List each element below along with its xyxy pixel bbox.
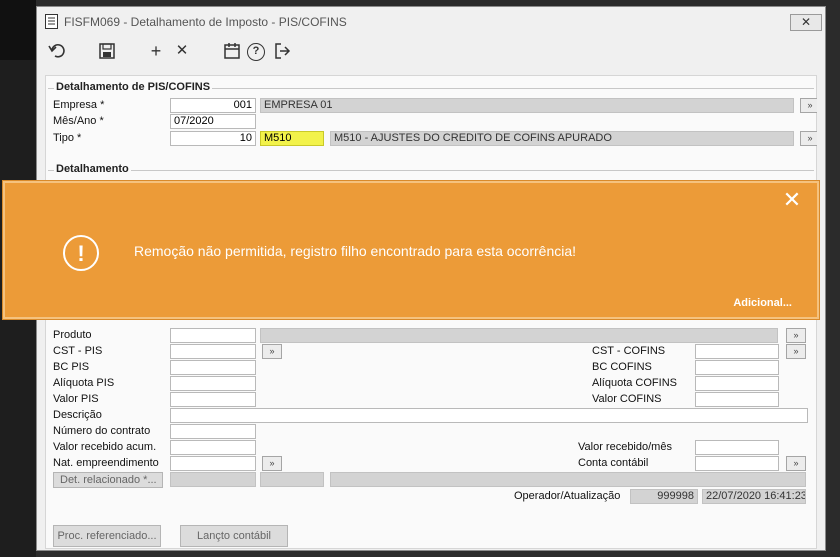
produto-lookup-button[interactable]: »: [786, 328, 806, 343]
valor-pis-label: Valor PIS: [53, 393, 99, 405]
aliquota-pis-label: Alíquota PIS: [53, 377, 115, 389]
help-icon[interactable]: ?: [247, 43, 265, 61]
empresa-label: Empresa *: [53, 99, 105, 111]
valor-pis-field[interactable]: [170, 392, 256, 407]
operador-field: 999998: [630, 489, 698, 504]
descricao-field[interactable]: [170, 408, 808, 423]
lancto-contabil-button[interactable]: Lançto contábil: [180, 525, 288, 547]
desktop-strip: [0, 0, 36, 60]
undo-icon[interactable]: [47, 41, 67, 61]
exit-icon[interactable]: [272, 41, 292, 61]
numero-contrato-field[interactable]: [170, 424, 256, 439]
operador-atualizacao-label: Operador/Atualização: [514, 490, 621, 502]
toolbar: + ✕ ?: [37, 37, 825, 65]
aliquota-cofins-label: Alíquota COFINS: [592, 377, 677, 389]
window-title: FISFM069 - Detalhamento de Imposto - PIS…: [64, 15, 347, 29]
proc-referenciado-button[interactable]: Proc. referenciado...: [53, 525, 161, 547]
tipo-number-field[interactable]: 10: [170, 131, 256, 146]
notification-details-link[interactable]: Adicional...: [733, 297, 792, 309]
bc-pis-field[interactable]: [170, 360, 256, 375]
valor-recebido-acum-label: Valor recebido acum.: [53, 441, 157, 453]
descricao-label: Descrição: [53, 409, 102, 421]
tipo-code-field[interactable]: M510: [260, 131, 324, 146]
produto-code-field[interactable]: [170, 328, 256, 343]
det-relacionado-field-3: [330, 472, 806, 487]
det-relacionado-field-2: [260, 472, 324, 487]
mes-ano-field[interactable]: 07/2020: [170, 114, 256, 129]
valor-recebido-acum-field[interactable]: [170, 440, 256, 455]
conta-contabil-label: Conta contábil: [578, 457, 649, 469]
numero-contrato-label: Número do contrato: [53, 425, 151, 437]
conta-contabil-field[interactable]: [695, 456, 779, 471]
valor-recebido-mes-field[interactable]: [695, 440, 779, 455]
cst-cofins-field[interactable]: [695, 344, 779, 359]
notification-close-icon[interactable]: ✕: [781, 189, 803, 211]
cst-pis-label: CST - PIS: [53, 345, 103, 357]
valor-cofins-field[interactable]: [695, 392, 779, 407]
cst-pis-field[interactable]: [170, 344, 256, 359]
nat-empreendimento-field[interactable]: [170, 456, 256, 471]
nat-empreendimento-lookup-button[interactable]: »: [262, 456, 282, 471]
conta-contabil-lookup-button[interactable]: »: [786, 456, 806, 471]
title-bar: FISFM069 - Detalhamento de Imposto - PIS…: [37, 7, 825, 35]
valor-cofins-label: Valor COFINS: [592, 393, 662, 405]
nat-empreendimento-label: Nat. empreendimento: [53, 457, 159, 469]
aliquota-cofins-field[interactable]: [695, 376, 779, 391]
valor-recebido-mes-label: Valor recebido/mês: [578, 441, 672, 453]
det-relacionado-field-1: [170, 472, 256, 487]
window-close-button[interactable]: ✕: [790, 14, 822, 31]
aliquota-pis-field[interactable]: [170, 376, 256, 391]
tipo-description-field: M510 - AJUSTES DO CREDITO DE COFINS APUR…: [330, 131, 794, 146]
bc-cofins-label: BC COFINS: [592, 361, 652, 373]
bc-cofins-field[interactable]: [695, 360, 779, 375]
delete-icon[interactable]: ✕: [172, 41, 192, 61]
cst-cofins-label: CST - COFINS: [592, 345, 666, 357]
calendar-icon[interactable]: [222, 41, 242, 61]
cst-pis-lookup-button[interactable]: »: [262, 344, 282, 359]
cst-cofins-lookup-button[interactable]: »: [786, 344, 806, 359]
atualizacao-field: 22/07/2020 16:41:23: [702, 489, 806, 504]
produto-label: Produto: [53, 329, 92, 341]
add-icon[interactable]: +: [146, 41, 166, 61]
tipo-label: Tipo *: [53, 132, 82, 144]
det-relacionado-button[interactable]: Det. relacionado *...: [53, 472, 163, 488]
exclamation-icon: !: [63, 235, 99, 271]
mes-ano-label: Mês/Ano *: [53, 115, 104, 127]
save-icon[interactable]: [97, 41, 117, 61]
detalhamento-group-title: Detalhamento: [54, 163, 131, 175]
document-icon: [45, 14, 58, 29]
pis-cofins-group-title: Detalhamento de PIS/COFINS: [54, 81, 213, 93]
bc-pis-label: BC PIS: [53, 361, 90, 373]
error-notification: ✕ ! Remoção não permitida, registro filh…: [3, 181, 819, 319]
empresa-code-field[interactable]: 001: [170, 98, 256, 113]
empresa-name-field: EMPRESA 01: [260, 98, 794, 113]
notification-message: Remoção não permitida, registro filho en…: [134, 243, 577, 259]
produto-name-field: [260, 328, 778, 343]
